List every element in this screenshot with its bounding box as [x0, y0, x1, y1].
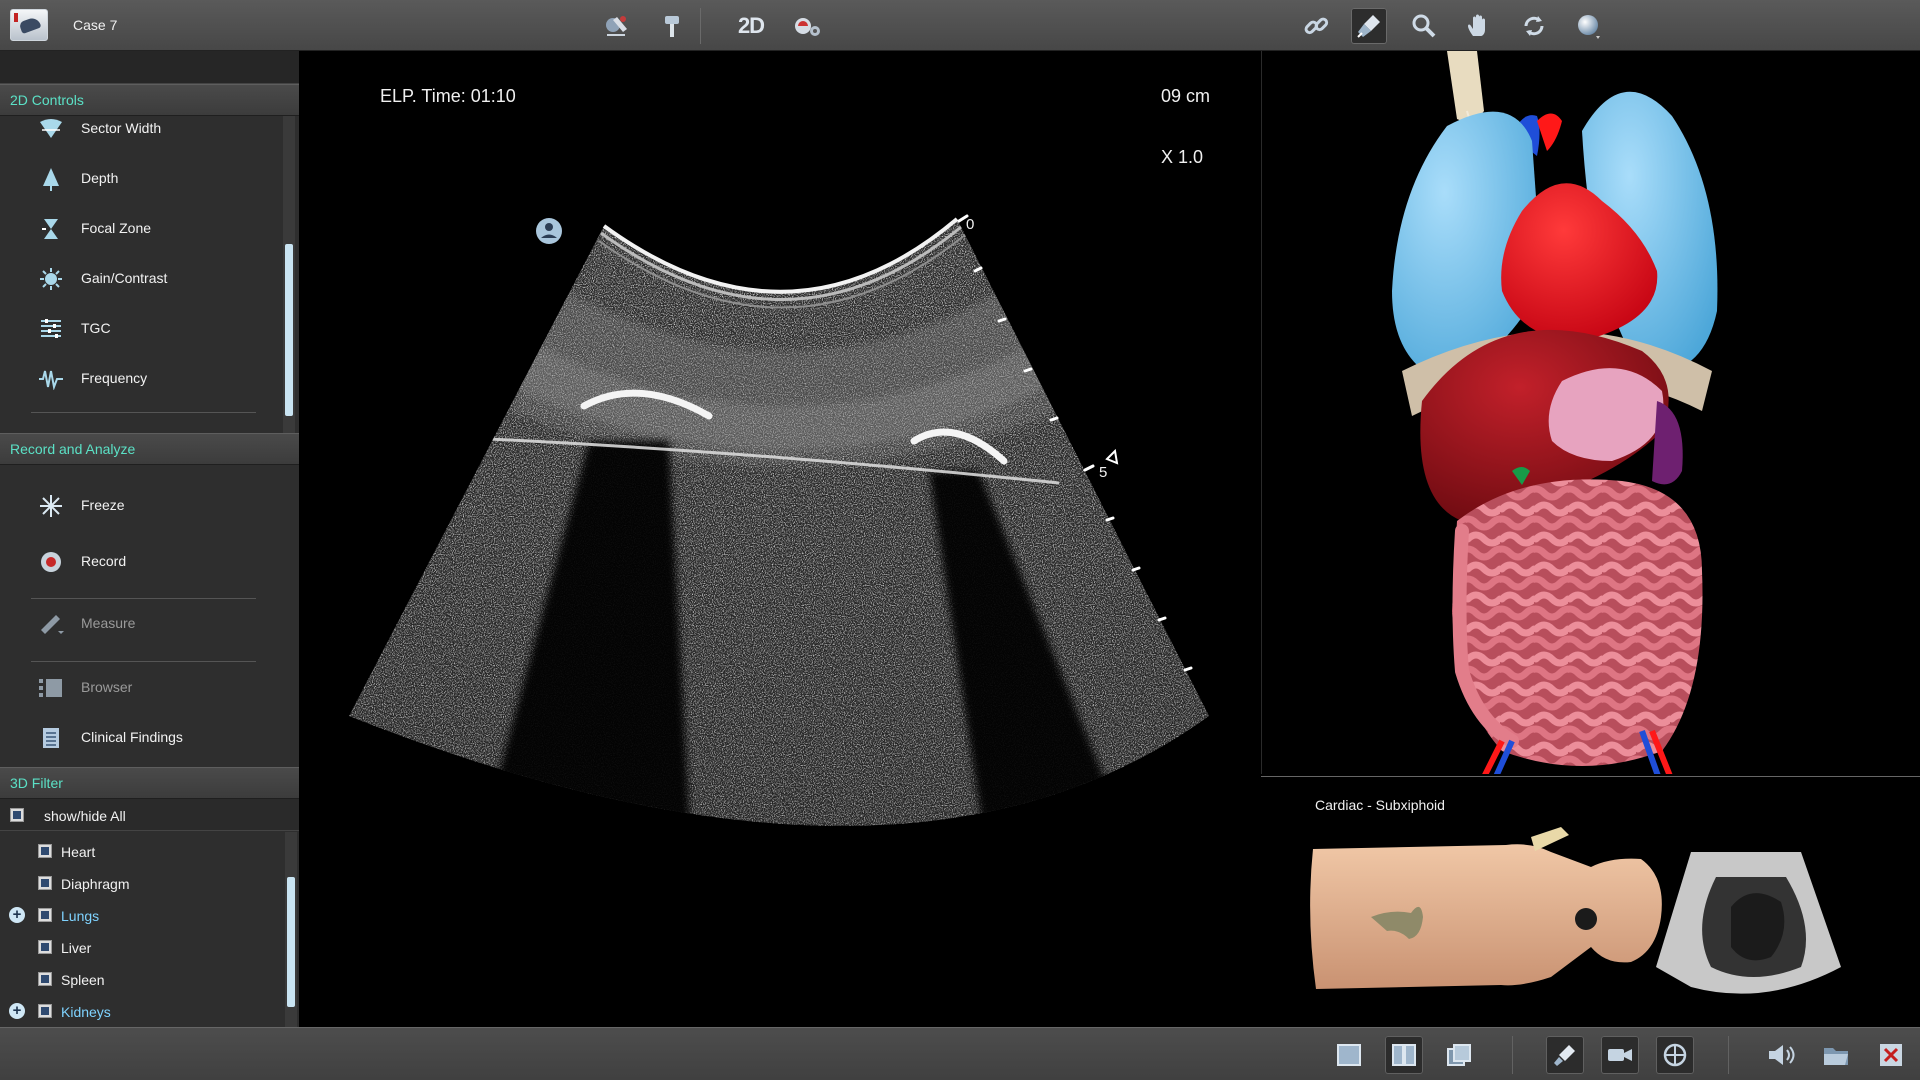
record-divider-1 [31, 598, 256, 599]
show-hide-all-checkbox[interactable] [10, 808, 24, 822]
zoom-icon[interactable] [1406, 8, 1442, 44]
section-header-record-analyze[interactable]: Record and Analyze [0, 433, 299, 465]
preset-view: Cardiac - Subxiphoid [1261, 776, 1920, 1027]
filter-item-heart[interactable]: Heart [0, 835, 285, 867]
patient-model[interactable] [1261, 777, 1920, 1027]
control-depth[interactable]: Depth [0, 158, 280, 200]
filter-scroll-thumb[interactable] [287, 877, 295, 1007]
anatomy-3d-view[interactable] [1261, 51, 1920, 774]
ultrasound-view[interactable]: ELP. Time: 01:10 09 cm X 1.0 0 5 [299, 51, 1260, 1027]
control-gain-contrast[interactable]: Gain/Contrast [0, 258, 280, 300]
elapsed-time: ELP. Time: 01:10 [380, 86, 516, 106]
record-item-browser[interactable]: Browser [0, 667, 280, 709]
depth-icon [38, 166, 64, 192]
record-item-freeze[interactable]: Freeze [0, 485, 280, 527]
depth-readout: 09 cm [1161, 86, 1211, 106]
expand-plus-icon[interactable]: + [9, 907, 25, 923]
gain-contrast-icon [38, 266, 64, 292]
top-toolbar: Case 7 2D [0, 0, 1920, 51]
probe-icon[interactable] [1546, 1036, 1584, 1074]
clinical-findings-icon [38, 725, 64, 751]
control-tgc[interactable]: TGC [0, 308, 280, 350]
focal-zone-icon [38, 216, 64, 242]
layout-view-icon[interactable] [1440, 1036, 1478, 1074]
filter-scrollbar[interactable] [285, 832, 297, 1027]
filter-item-spleen[interactable]: Spleen [0, 963, 285, 995]
controls-scroll-thumb[interactable] [285, 244, 293, 416]
filter-item-diaphragm[interactable]: Diaphragm [0, 867, 285, 899]
record-analyze-panel: Freeze Record Measure Browser Clinical F… [0, 465, 299, 813]
left-sidebar: 2D Controls Sector Width Depth Focal Zon… [0, 51, 299, 1027]
filter-item-lungs[interactable]: + Lungs [0, 899, 285, 931]
filter-show-hide-all[interactable]: show/hide All [0, 799, 299, 831]
control-focal-zone[interactable]: Focal Zone [0, 208, 280, 250]
rotate-icon[interactable] [1516, 8, 1552, 44]
depth-scale-zero: 0 [966, 216, 975, 233]
heart-checkbox[interactable] [38, 844, 52, 858]
control-sector-width[interactable]: Sector Width [0, 116, 280, 150]
depth-scale-five: 5 [1099, 464, 1108, 481]
record-icon [38, 549, 64, 575]
split-view-icon[interactable] [1385, 1036, 1423, 1074]
2d-mode-icon[interactable]: 2D [733, 8, 769, 44]
bottom-separator [1512, 1036, 1513, 1074]
3d-filter-list: Heart Diaphragm + Lungs Liver Spleen + K… [0, 832, 299, 1027]
probe-tool-icon[interactable] [1351, 8, 1387, 44]
bottom-toolbar [0, 1027, 1920, 1080]
app-logo [10, 9, 48, 41]
section-header-3d-filter[interactable]: 3D Filter [0, 767, 299, 799]
lungs-checkbox[interactable] [38, 908, 52, 922]
scan-settings-icon[interactable] [789, 8, 825, 44]
controls-divider [31, 412, 256, 413]
section-header-2d-controls[interactable]: 2D Controls [0, 84, 299, 116]
sector-width-icon [38, 116, 64, 142]
single-view-icon[interactable] [1330, 1036, 1368, 1074]
measure-icon [38, 611, 64, 637]
tgc-icon [38, 316, 64, 342]
control-frequency[interactable]: Frequency [0, 358, 280, 400]
folder-icon[interactable] [1817, 1036, 1855, 1074]
link-icon[interactable] [1298, 8, 1334, 44]
liver-checkbox[interactable] [38, 940, 52, 954]
zoom-readout: X 1.0 [1161, 147, 1204, 167]
diaphragm-checkbox[interactable] [38, 876, 52, 890]
audio-icon[interactable] [1762, 1036, 1800, 1074]
orientation-icon[interactable] [1656, 1036, 1694, 1074]
sidebar-top-strip [0, 51, 299, 84]
sphere-view-icon[interactable] [1571, 8, 1607, 44]
filter-item-kidneys[interactable]: + Kidneys [0, 995, 285, 1027]
controls-scrollbar[interactable] [283, 116, 295, 483]
probe-position-icon[interactable] [598, 8, 634, 44]
record-divider-2 [31, 661, 256, 662]
expand-plus-icon[interactable]: + [9, 1003, 25, 1019]
browser-icon [38, 675, 64, 701]
kidneys-checkbox[interactable] [38, 1004, 52, 1018]
anatomy-model [1392, 51, 1718, 774]
bottom-separator [1728, 1036, 1729, 1074]
marker-icon[interactable] [654, 8, 690, 44]
ultrasound-image [349, 214, 1209, 826]
frequency-icon [38, 366, 64, 392]
camera-icon[interactable] [1601, 1036, 1639, 1074]
record-item-measure[interactable]: Measure [0, 603, 280, 645]
pan-hand-icon[interactable] [1461, 8, 1497, 44]
record-item-record[interactable]: Record [0, 541, 280, 583]
spleen-checkbox[interactable] [38, 972, 52, 986]
2d-controls-panel: Sector Width Depth Focal Zone Gain/Contr… [0, 116, 299, 483]
close-icon[interactable] [1872, 1036, 1910, 1074]
toolbar-separator [700, 8, 701, 44]
filter-item-liver[interactable]: Liver [0, 931, 285, 963]
record-item-clinical-findings[interactable]: Clinical Findings [0, 717, 280, 759]
case-title: Case 7 [73, 17, 118, 33]
freeze-icon [38, 493, 64, 519]
